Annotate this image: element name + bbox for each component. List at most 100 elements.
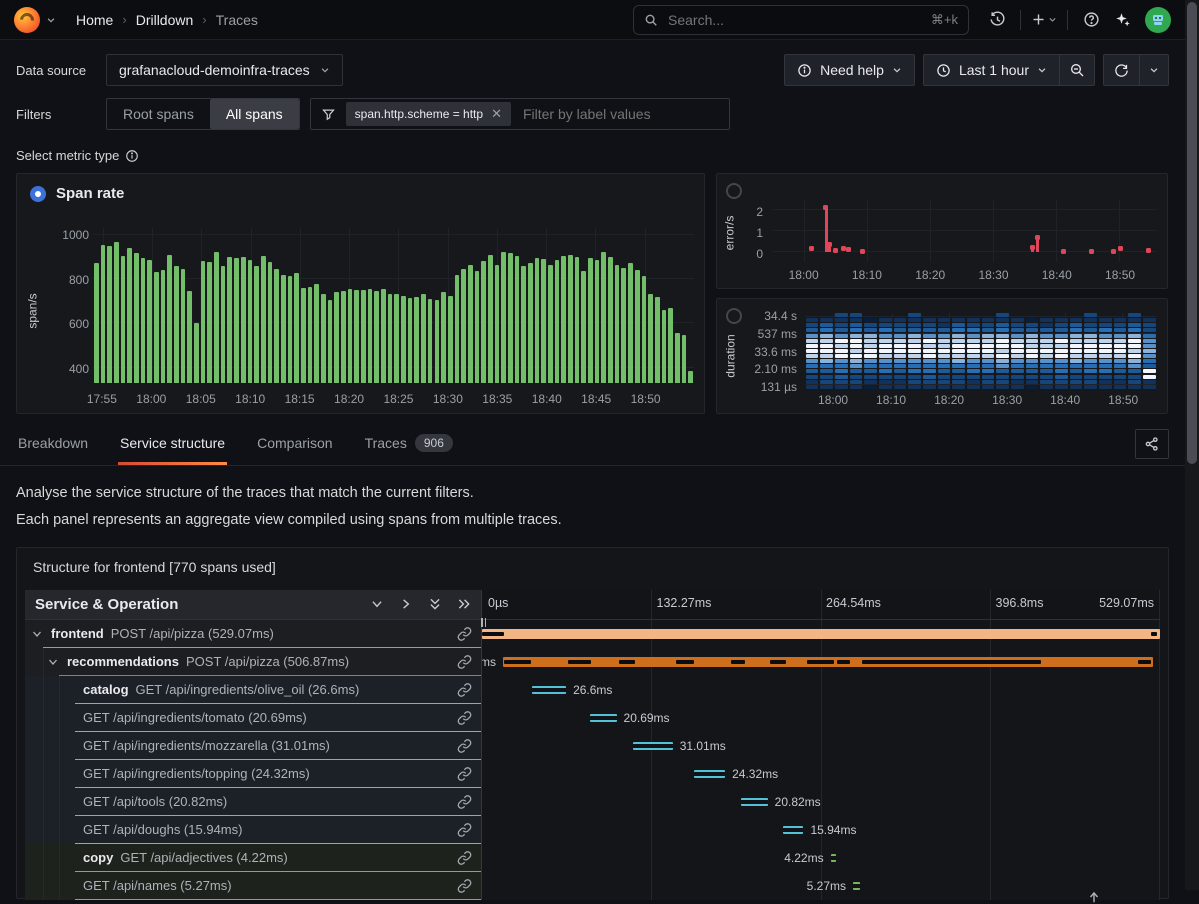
trace-row[interactable]: recommendationsPOST /api/pizza (506.87ms… xyxy=(25,648,1160,676)
refresh-button[interactable] xyxy=(1103,54,1140,86)
span-duration-label: 20.82ms xyxy=(775,795,821,809)
span-rate-radio[interactable] xyxy=(30,186,46,202)
tab-breakdown[interactable]: Breakdown xyxy=(16,424,90,465)
chevron-down-icon[interactable] xyxy=(47,656,59,668)
heatmap-cell xyxy=(894,380,907,384)
breadcrumb-drilldown[interactable]: Drilldown xyxy=(136,12,194,28)
heatmap-cell xyxy=(850,318,863,322)
info-icon[interactable] xyxy=(125,149,139,163)
heatmap-cell xyxy=(952,344,965,348)
collapse-one-icon[interactable] xyxy=(370,597,384,611)
error-rate-radio[interactable] xyxy=(726,183,742,199)
collapse-all-icon[interactable] xyxy=(428,597,442,611)
link-icon[interactable] xyxy=(457,654,472,669)
heatmap-cell xyxy=(967,344,980,348)
column-resize-handle[interactable] xyxy=(481,618,486,627)
duration-panel[interactable]: duration 34.4 s537 ms33.6 ms2.10 ms131 µ… xyxy=(716,298,1168,414)
service-name: catalog xyxy=(83,682,129,697)
y-tick-label: 2.10 ms xyxy=(735,362,797,376)
heatmap-cell xyxy=(1040,334,1053,338)
heatmap-cell xyxy=(1084,328,1097,332)
zoom-out-button[interactable] xyxy=(1060,54,1095,86)
link-icon[interactable] xyxy=(457,626,472,641)
link-icon[interactable] xyxy=(457,682,472,697)
error-point xyxy=(1111,249,1116,254)
operation-name: POST /api/pizza (506.87ms) xyxy=(186,654,349,669)
trace-row[interactable]: GET /api/ingredients/topping (24.32ms)24… xyxy=(25,760,1160,788)
expand-all-icon[interactable] xyxy=(457,597,471,611)
trace-row[interactable]: GET /api/doughs (15.94ms)15.94ms xyxy=(25,816,1160,844)
trace-row[interactable]: GET /api/ingredients/tomato (20.69ms)20.… xyxy=(25,704,1160,732)
grafana-logo[interactable] xyxy=(14,7,40,33)
tab-traces[interactable]: Traces 906 xyxy=(363,424,455,465)
link-icon[interactable] xyxy=(457,850,472,865)
y-tick-label: 1000 xyxy=(55,228,89,242)
chevron-down-icon[interactable] xyxy=(31,628,43,640)
all-spans-option[interactable]: All spans xyxy=(210,99,299,129)
heatmap-cell xyxy=(923,364,936,368)
timeline-tick: 0µs xyxy=(488,596,508,610)
heatmap-cell xyxy=(1099,385,1112,389)
heatmap-cell xyxy=(806,364,819,368)
trace-row[interactable]: GET /api/names (5.27ms)5.27ms xyxy=(25,872,1160,900)
heatmap-cell xyxy=(967,354,980,358)
scroll-to-top-icon[interactable] xyxy=(1086,890,1102,904)
scrollbar-thumb[interactable] xyxy=(1187,2,1197,464)
trace-row[interactable]: catalogGET /api/ingredients/olive_oil (2… xyxy=(25,676,1160,704)
trace-row[interactable]: GET /api/tools (20.82ms)20.82ms xyxy=(25,788,1160,816)
refresh-interval-dropdown[interactable] xyxy=(1140,54,1169,86)
bar xyxy=(601,252,606,383)
link-icon[interactable] xyxy=(457,710,472,725)
heatmap-cell xyxy=(1026,380,1039,384)
avatar[interactable] xyxy=(1145,7,1171,33)
chevron-down-icon[interactable] xyxy=(46,15,56,25)
span-duration-label: 20.69ms xyxy=(624,711,670,725)
datasource-select[interactable]: grafanacloud-demoinfra-traces xyxy=(106,54,343,86)
heatmap-cell xyxy=(1084,359,1097,363)
span-rate-panel[interactable]: Span rate span/s 4006008001000 17:5518:0… xyxy=(16,173,705,414)
heatmap-cell xyxy=(1040,344,1053,348)
heatmap-cell xyxy=(938,349,951,353)
filter-bar[interactable]: span.http.scheme = http ✕ xyxy=(310,98,730,130)
root-spans-option[interactable]: Root spans xyxy=(107,99,210,129)
ai-sparkles-icon[interactable] xyxy=(1109,5,1137,35)
heatmap-cell xyxy=(820,344,833,348)
heatmap-cell xyxy=(894,354,907,358)
heatmap-cell xyxy=(1084,334,1097,338)
heatmap-cell xyxy=(850,354,863,358)
time-range-picker[interactable]: Last 1 hour xyxy=(923,54,1060,86)
remove-filter-icon[interactable]: ✕ xyxy=(491,106,502,122)
add-new-button[interactable] xyxy=(1030,5,1058,35)
trace-row[interactable]: GET /api/ingredients/mozzarella (31.01ms… xyxy=(25,732,1160,760)
filter-input[interactable] xyxy=(521,105,701,123)
filter-chip[interactable]: span.http.scheme = http ✕ xyxy=(346,102,511,126)
search-box[interactable]: ⌘+k xyxy=(633,5,969,35)
heatmap-cell xyxy=(938,328,951,332)
bar xyxy=(274,269,279,383)
heatmap-cell xyxy=(1040,359,1053,363)
expand-one-icon[interactable] xyxy=(399,597,413,611)
breadcrumb-home[interactable]: Home xyxy=(76,12,113,28)
search-input[interactable] xyxy=(666,11,923,29)
trace-row[interactable]: copyGET /api/adjectives (4.22ms)4.22ms xyxy=(25,844,1160,872)
error-rate-panel[interactable]: error/s 012 18:0018:1018:2018:3018:4018:… xyxy=(716,173,1168,289)
time-controls: Need help Last 1 hour xyxy=(784,54,1169,86)
heatmap-cell xyxy=(1114,354,1127,358)
share-button[interactable] xyxy=(1135,429,1169,459)
self-time-segment xyxy=(482,632,504,636)
tab-service-structure[interactable]: Service structure xyxy=(118,424,227,465)
link-icon[interactable] xyxy=(457,738,472,753)
v-gridline xyxy=(1119,200,1120,262)
x-tick-label: 18:40 xyxy=(1050,393,1080,407)
service-underline xyxy=(75,899,481,900)
link-icon[interactable] xyxy=(457,766,472,781)
trace-row[interactable]: frontendPOST /api/pizza (529.07ms) xyxy=(25,620,1160,648)
link-icon[interactable] xyxy=(457,794,472,809)
page-scrollbar[interactable] xyxy=(1185,0,1199,890)
link-icon[interactable] xyxy=(457,878,472,893)
history-icon[interactable] xyxy=(983,5,1011,35)
link-icon[interactable] xyxy=(457,822,472,837)
need-help-button[interactable]: Need help xyxy=(784,54,915,86)
tab-comparison[interactable]: Comparison xyxy=(255,424,334,465)
help-icon[interactable] xyxy=(1077,5,1105,35)
